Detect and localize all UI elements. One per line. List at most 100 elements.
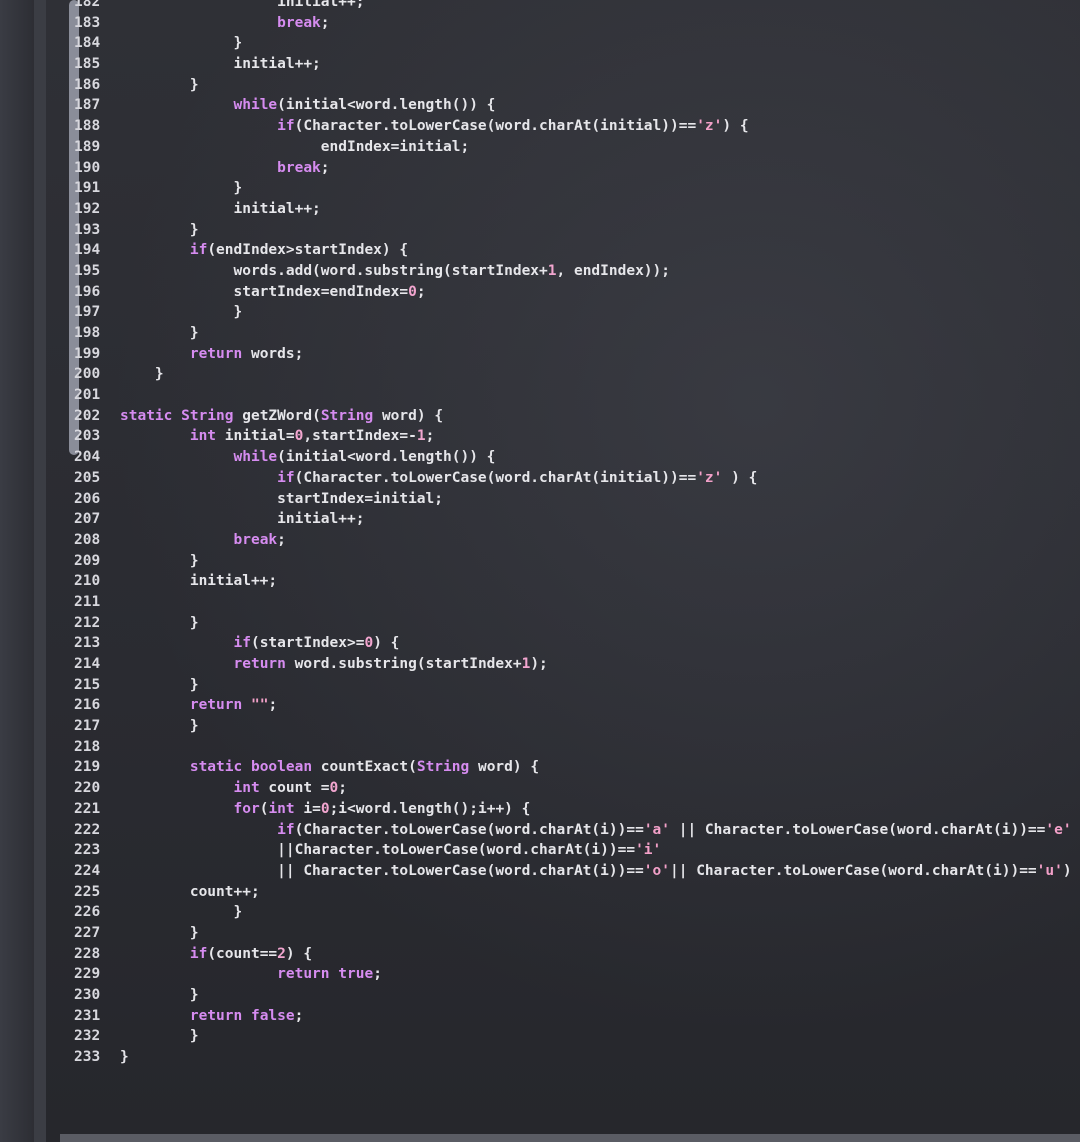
code-line[interactable]: 226 } bbox=[60, 902, 1080, 923]
code-line[interactable]: 200 } bbox=[60, 364, 1080, 385]
code-text[interactable]: startIndex=initial; bbox=[120, 489, 443, 510]
code-text[interactable]: if(count==2) { bbox=[120, 944, 312, 965]
code-text[interactable]: } bbox=[120, 178, 242, 199]
code-text[interactable]: initial++; bbox=[120, 509, 364, 530]
code-text[interactable]: startIndex=endIndex=0; bbox=[120, 282, 425, 303]
code-line[interactable]: 203 int initial=0,startIndex=-1; bbox=[60, 426, 1080, 447]
code-line[interactable]: 227 } bbox=[60, 923, 1080, 944]
code-text[interactable]: if(startIndex>=0) { bbox=[120, 633, 400, 654]
code-text[interactable]: ||Character.toLowerCase(word.charAt(i))=… bbox=[120, 840, 661, 861]
code-text[interactable]: initial++; bbox=[120, 54, 320, 75]
code-line[interactable]: 223 ||Character.toLowerCase(word.charAt(… bbox=[60, 840, 1080, 861]
code-line[interactable]: 228 if(count==2) { bbox=[60, 944, 1080, 965]
code-line[interactable]: 182 initial++; bbox=[60, 0, 1080, 13]
code-line[interactable]: 221 for(int i=0;i<word.length();i++) { bbox=[60, 799, 1080, 820]
code-text[interactable]: } bbox=[120, 220, 199, 241]
code-line[interactable]: 194 if(endIndex>startIndex) { bbox=[60, 240, 1080, 261]
code-text[interactable]: while(initial<word.length()) { bbox=[120, 447, 496, 468]
code-text[interactable]: return true; bbox=[120, 964, 382, 985]
code-line[interactable]: 196 startIndex=endIndex=0; bbox=[60, 282, 1080, 303]
code-line[interactable]: 222 if(Character.toLowerCase(word.charAt… bbox=[60, 820, 1080, 841]
code-text[interactable]: while(initial<word.length()) { bbox=[120, 95, 496, 116]
code-text[interactable]: static String getZWord(String word) { bbox=[120, 406, 443, 427]
code-line[interactable]: 190 break; bbox=[60, 158, 1080, 179]
code-line[interactable]: 201 bbox=[60, 385, 1080, 406]
code-line[interactable]: 232 } bbox=[60, 1026, 1080, 1047]
code-text[interactable]: } bbox=[120, 985, 199, 1006]
code-text[interactable]: return ""; bbox=[120, 695, 277, 716]
code-line[interactable]: 214 return word.substring(startIndex+1); bbox=[60, 654, 1080, 675]
code-line[interactable]: 188 if(Character.toLowerCase(word.charAt… bbox=[60, 116, 1080, 137]
code-text[interactable]: int count =0; bbox=[120, 778, 348, 799]
vertical-scrollbar[interactable] bbox=[34, 0, 79, 1142]
code-text[interactable]: static boolean countExact(String word) { bbox=[120, 757, 539, 778]
code-line[interactable]: 197 } bbox=[60, 302, 1080, 323]
code-line[interactable]: 208 break; bbox=[60, 530, 1080, 551]
code-text[interactable]: } bbox=[120, 323, 199, 344]
code-line[interactable]: 230 } bbox=[60, 985, 1080, 1006]
code-text[interactable]: int initial=0,startIndex=-1; bbox=[120, 426, 434, 447]
code-text[interactable]: if(Character.toLowerCase(word.charAt(ini… bbox=[120, 116, 748, 137]
code-line[interactable]: 189 endIndex=initial; bbox=[60, 137, 1080, 158]
code-line[interactable]: 229 return true; bbox=[60, 964, 1080, 985]
code-line[interactable]: 215 } bbox=[60, 675, 1080, 696]
code-text[interactable]: } bbox=[120, 75, 199, 96]
code-line[interactable]: 195 words.add(word.substring(startIndex+… bbox=[60, 261, 1080, 282]
code-line[interactable]: 183 break; bbox=[60, 13, 1080, 34]
code-text[interactable]: } bbox=[120, 33, 242, 54]
code-text[interactable]: for(int i=0;i<word.length();i++) { bbox=[120, 799, 531, 820]
code-text[interactable]: } bbox=[120, 1047, 129, 1068]
code-text[interactable]: } bbox=[120, 923, 199, 944]
code-line[interactable]: 225 count++; bbox=[60, 882, 1080, 903]
code-line[interactable]: 233} bbox=[60, 1047, 1080, 1068]
code-text[interactable]: } bbox=[120, 716, 199, 737]
code-text[interactable]: words.add(word.substring(startIndex+1, e… bbox=[120, 261, 670, 282]
code-text[interactable]: } bbox=[120, 302, 242, 323]
code-line[interactable]: 193 } bbox=[60, 220, 1080, 241]
code-line[interactable]: 216 return ""; bbox=[60, 695, 1080, 716]
code-line[interactable]: 213 if(startIndex>=0) { bbox=[60, 633, 1080, 654]
code-text[interactable]: if(endIndex>startIndex) { bbox=[120, 240, 408, 261]
code-line[interactable]: 192 initial++; bbox=[60, 199, 1080, 220]
code-text[interactable]: return false; bbox=[120, 1006, 304, 1027]
code-text[interactable]: break; bbox=[120, 158, 329, 179]
code-text[interactable]: initial++; bbox=[120, 199, 320, 220]
code-text[interactable]: if(Character.toLowerCase(word.charAt(i))… bbox=[120, 820, 1071, 841]
code-text[interactable]: } bbox=[120, 902, 242, 923]
code-line[interactable]: 209 } bbox=[60, 551, 1080, 572]
code-line[interactable]: 207 initial++; bbox=[60, 509, 1080, 530]
code-line[interactable]: 210 initial++; bbox=[60, 571, 1080, 592]
code-line[interactable]: 184 } bbox=[60, 33, 1080, 54]
code-line[interactable]: 204 while(initial<word.length()) { bbox=[60, 447, 1080, 468]
code-text[interactable]: break; bbox=[120, 13, 329, 34]
code-line[interactable]: 212 } bbox=[60, 613, 1080, 634]
code-text[interactable]: || Character.toLowerCase(word.charAt(i))… bbox=[120, 861, 1080, 882]
code-text[interactable]: } bbox=[120, 613, 199, 634]
code-text[interactable]: if(Character.toLowerCase(word.charAt(ini… bbox=[120, 468, 757, 489]
code-line[interactable]: 191 } bbox=[60, 178, 1080, 199]
code-editor[interactable]: 182 initial++; 183 break; 184 } 185 initial… bbox=[60, 0, 1080, 1068]
code-line[interactable]: 198 } bbox=[60, 323, 1080, 344]
code-text[interactable]: } bbox=[120, 551, 199, 572]
code-line[interactable]: 219 static boolean countExact(String wor… bbox=[60, 757, 1080, 778]
code-text[interactable]: } bbox=[120, 1026, 199, 1047]
code-text[interactable]: } bbox=[120, 675, 199, 696]
code-text[interactable]: initial++; bbox=[120, 571, 277, 592]
code-line[interactable]: 205 if(Character.toLowerCase(word.charAt… bbox=[60, 468, 1080, 489]
code-line[interactable]: 211 bbox=[60, 592, 1080, 613]
code-text[interactable]: return words; bbox=[120, 344, 304, 365]
code-line[interactable]: 220 int count =0; bbox=[60, 778, 1080, 799]
code-text[interactable]: initial++; bbox=[120, 0, 364, 13]
code-line[interactable]: 217 } bbox=[60, 716, 1080, 737]
code-line[interactable]: 186 } bbox=[60, 75, 1080, 96]
code-line[interactable]: 185 initial++; bbox=[60, 54, 1080, 75]
code-line[interactable]: 231 return false; bbox=[60, 1006, 1080, 1027]
code-line[interactable]: 187 while(initial<word.length()) { bbox=[60, 95, 1080, 116]
code-line[interactable]: 224 || Character.toLowerCase(word.charAt… bbox=[60, 861, 1080, 882]
code-line[interactable]: 206 startIndex=initial; bbox=[60, 489, 1080, 510]
code-line[interactable]: 218 bbox=[60, 737, 1080, 758]
code-text[interactable]: } bbox=[120, 364, 164, 385]
code-text[interactable]: break; bbox=[120, 530, 286, 551]
code-text[interactable]: return word.substring(startIndex+1); bbox=[120, 654, 548, 675]
code-text[interactable]: endIndex=initial; bbox=[120, 137, 469, 158]
